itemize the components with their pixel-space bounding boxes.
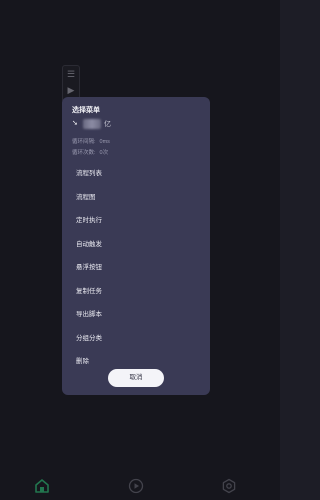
blurred-name [83,119,101,129]
menu-item-export-script[interactable]: 导出脚本 [62,303,210,327]
menu-item-flowchart[interactable]: 流程图 [62,186,210,210]
dialog-title: 选择菜单 [72,107,100,114]
loop-count: 循环次数: 0次 [72,148,108,156]
loop-interval-label: 循环间隔: [72,139,96,145]
cursor-icon: ➘ [72,120,78,127]
loop-interval: 循环间隔: 0ms [72,137,110,145]
menu-item-group-category[interactable]: 分组分类 [62,327,210,351]
cancel-button[interactable]: 取消 [108,369,164,387]
menu-item-flow-list[interactable]: 流程列表 [62,162,210,186]
loop-interval-value: 0ms [99,139,110,145]
loop-count-value: 0次 [99,150,109,156]
select-menu-dialog: 选择菜单 ➘ 亿 循环间隔: 0ms 循环次数: 0次 流程列表 流程图 定时执行 … [62,97,210,395]
menu-item-auto-trigger[interactable]: 自动触发 [62,233,210,257]
menu-list: 流程列表 流程图 定时执行 自动触发 悬浮按钮 复制任务 导出脚本 分组分类 删… [62,162,210,374]
loop-count-label: 循环次数: [72,150,96,156]
task-owner: ➘ 亿 [72,118,111,130]
username-suffix: 亿 [104,121,111,128]
menu-item-scheduled-run[interactable]: 定时执行 [62,209,210,233]
menu-item-floating-button[interactable]: 悬浮按钮 [62,256,210,280]
menu-item-copy-task[interactable]: 复制任务 [62,280,210,304]
